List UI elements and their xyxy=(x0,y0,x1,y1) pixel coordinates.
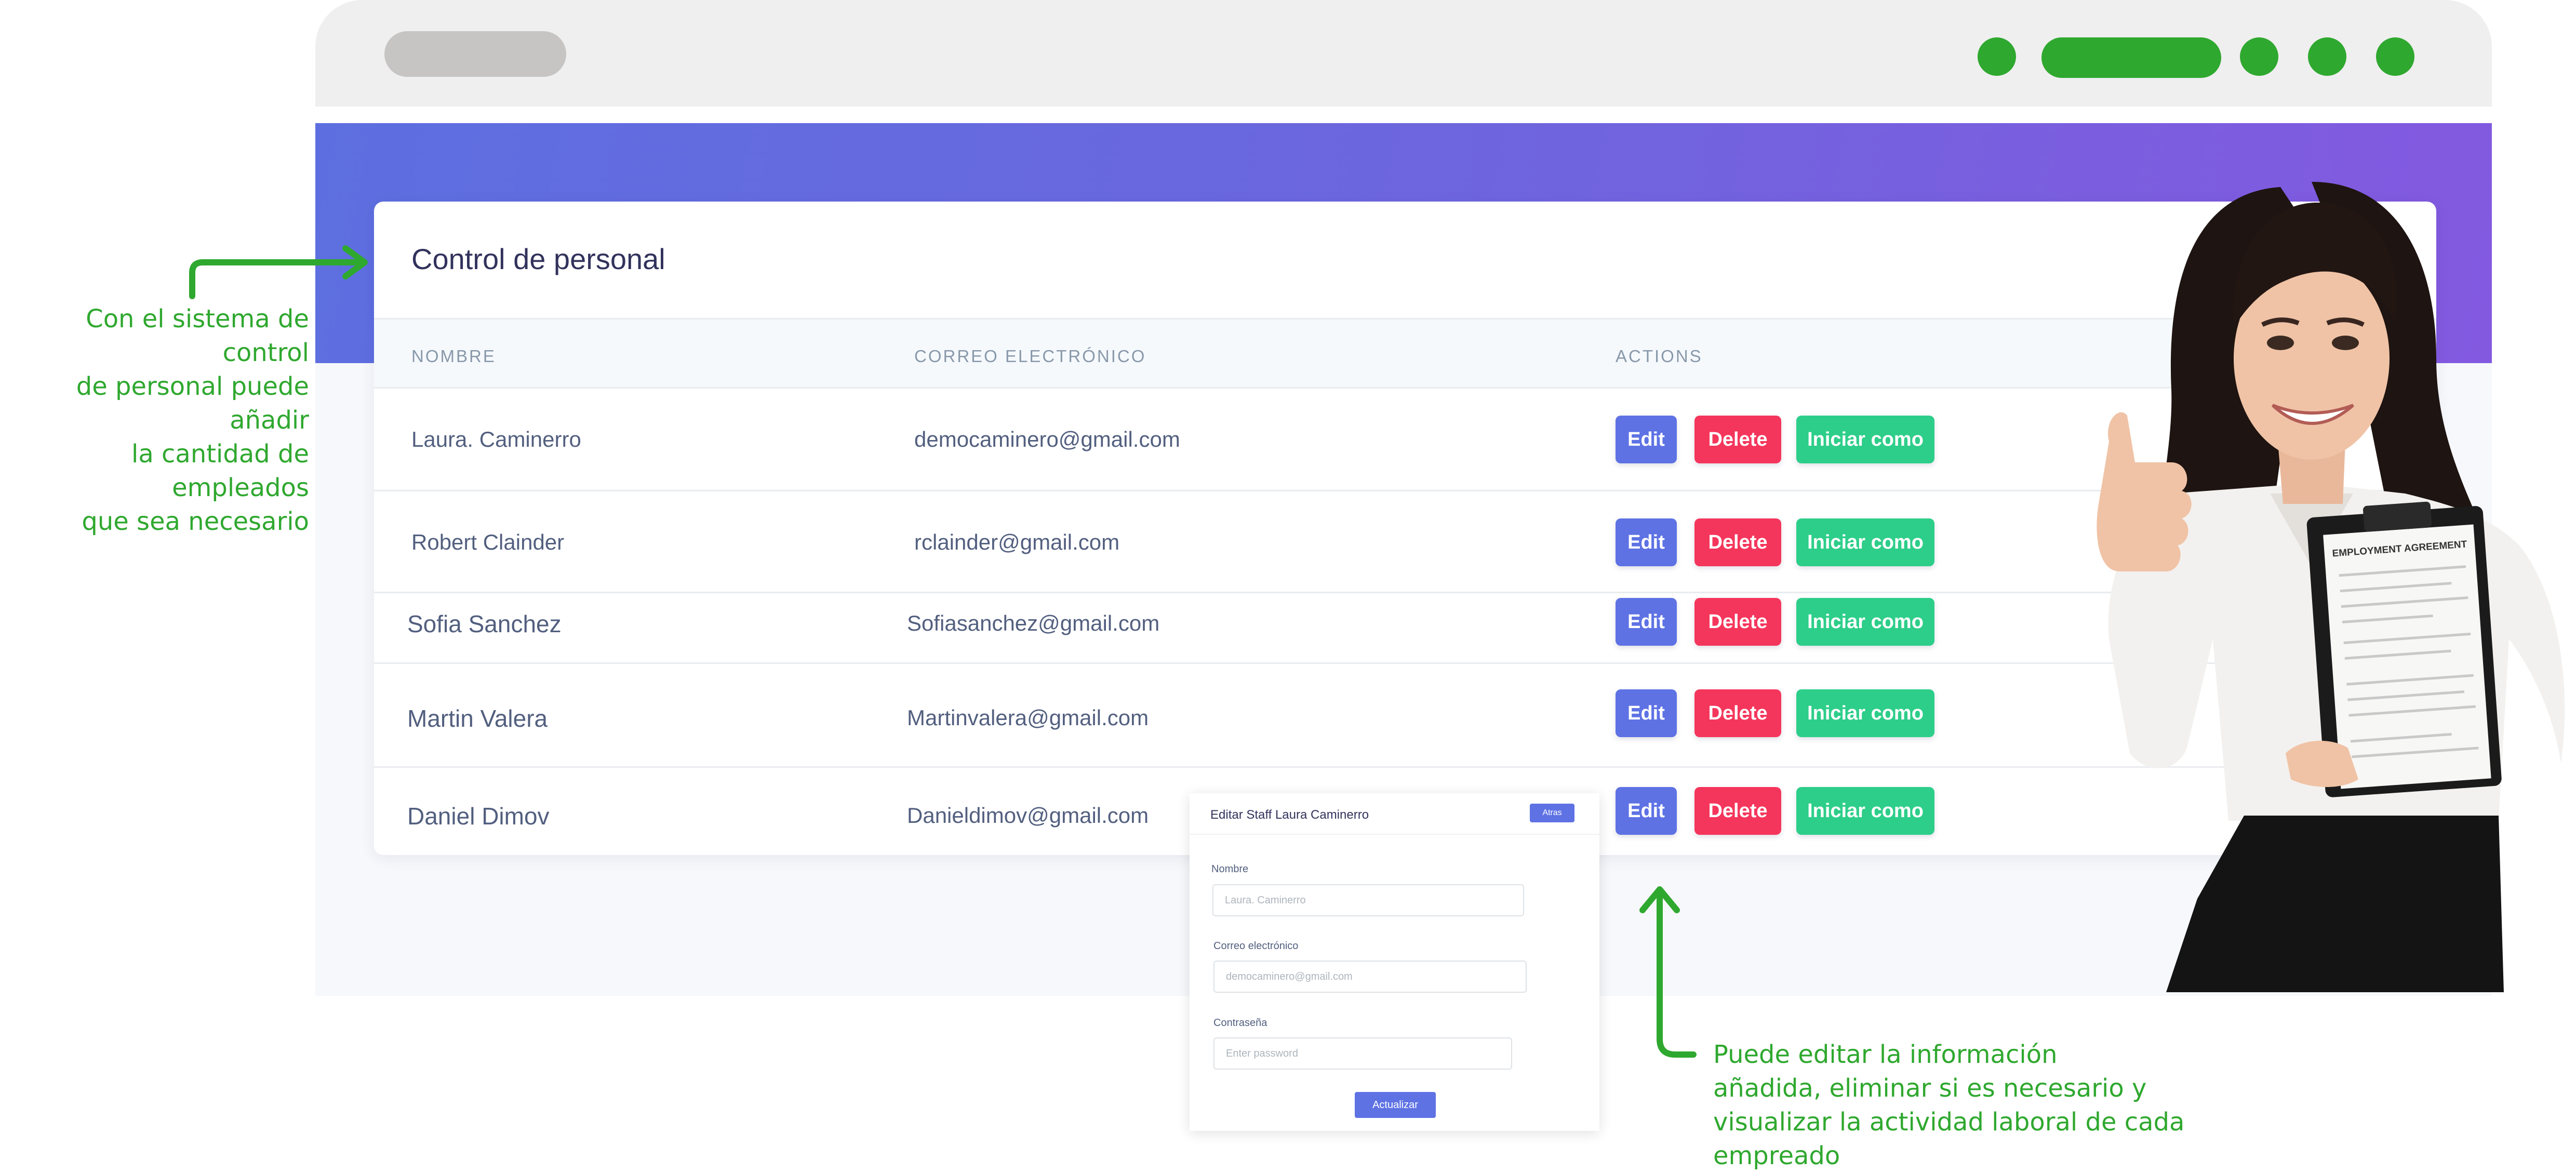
staff-email: Martinvalera@gmail.com xyxy=(907,705,1149,730)
login-as-button[interactable]: Iniciar como xyxy=(1796,787,1934,835)
form-title: Editar Staff Laura Caminerro xyxy=(1210,808,1369,822)
toolbar-dot-icon[interactable] xyxy=(1978,37,2016,76)
staff-name: Martin Valera xyxy=(407,705,548,732)
column-header-name: NOMBRE xyxy=(411,346,496,366)
annotation-left: Con el sistema de control de personal pu… xyxy=(0,302,309,539)
annotation-line: empreado xyxy=(1713,1141,1840,1170)
edit-button[interactable]: Edit xyxy=(1616,787,1677,835)
staff-name: Robert Clainder xyxy=(411,530,565,554)
address-bar[interactable] xyxy=(384,31,566,77)
edit-button[interactable]: Edit xyxy=(1616,689,1677,737)
delete-button[interactable]: Delete xyxy=(1694,416,1781,463)
annotation-line: Puede editar la información xyxy=(1713,1040,2058,1069)
edit-button[interactable]: Edit xyxy=(1616,416,1677,463)
login-as-button[interactable]: Iniciar como xyxy=(1796,689,1934,737)
edit-button[interactable]: Edit xyxy=(1616,598,1677,646)
staff-email: Danieldimov@gmail.com xyxy=(907,803,1149,828)
login-as-button[interactable]: Iniciar como xyxy=(1796,416,1934,463)
staff-email: Sofiasanchez@gmail.com xyxy=(907,611,1160,635)
column-header-email: CORREO ELECTRÓNICO xyxy=(914,346,1146,366)
edit-button[interactable]: Edit xyxy=(1616,518,1677,566)
toolbar-dot-icon[interactable] xyxy=(2240,37,2278,76)
toolbar-dot-icon[interactable] xyxy=(2308,37,2346,76)
delete-button[interactable]: Delete xyxy=(1694,689,1781,737)
update-button[interactable]: Actualizar xyxy=(1355,1092,1436,1118)
stage: Control de personal Ag NOMBRE CORREO ELE… xyxy=(0,0,2576,1170)
column-header-actions: ACTIONS xyxy=(1616,346,1703,366)
back-button[interactable]: Atras xyxy=(1530,804,1574,822)
page-title: Control de personal xyxy=(411,243,665,275)
annotation-line: la cantidad de empleados xyxy=(131,439,309,502)
name-field[interactable]: Laura. Caminerro xyxy=(1212,884,1524,916)
login-as-button[interactable]: Iniciar como xyxy=(1796,518,1934,566)
annotation-line: de personal puede añadir xyxy=(76,372,309,435)
toolbar-dot-icon[interactable] xyxy=(2376,37,2414,76)
annotation-line: visualizar la actividad laboral de cada xyxy=(1713,1108,2185,1137)
toolbar-pill-icon[interactable] xyxy=(2041,37,2221,78)
email-label: Correo electrónico xyxy=(1213,940,1299,952)
annotation-line: añadida, eliminar si es necesario y xyxy=(1713,1074,2147,1103)
delete-button[interactable]: Delete xyxy=(1694,518,1781,566)
staff-email: democaminero@gmail.com xyxy=(914,427,1180,451)
arrow-right-icon xyxy=(189,245,368,299)
staff-name: Daniel Dimov xyxy=(407,803,550,830)
password-field[interactable]: Enter password xyxy=(1213,1037,1512,1070)
staff-email: rclainder@gmail.com xyxy=(914,530,1120,554)
delete-button[interactable]: Delete xyxy=(1694,598,1781,646)
browser-toolbar xyxy=(315,0,2492,106)
person-illustration: EMPLOYMENT AGREEMENT xyxy=(2097,182,2565,992)
email-field[interactable]: democaminero@gmail.com xyxy=(1213,961,1527,993)
staff-name: Sofia Sanchez xyxy=(407,610,562,637)
divider xyxy=(1190,834,1599,835)
password-label: Contraseña xyxy=(1213,1017,1267,1029)
edit-staff-form: Editar Staff Laura Caminerro Atras Nombr… xyxy=(1190,793,1599,1131)
arrow-up-icon xyxy=(1639,886,1697,1058)
name-label: Nombre xyxy=(1211,863,1249,875)
staff-name: Laura. Caminerro xyxy=(411,427,581,451)
delete-button[interactable]: Delete xyxy=(1694,787,1781,835)
annotation-line: Con el sistema de control xyxy=(86,304,309,367)
login-as-button[interactable]: Iniciar como xyxy=(1796,598,1934,646)
annotation-line: que sea necesario xyxy=(82,507,309,536)
annotation-bottom: Puede editar la información añadida, eli… xyxy=(1713,1038,2243,1173)
